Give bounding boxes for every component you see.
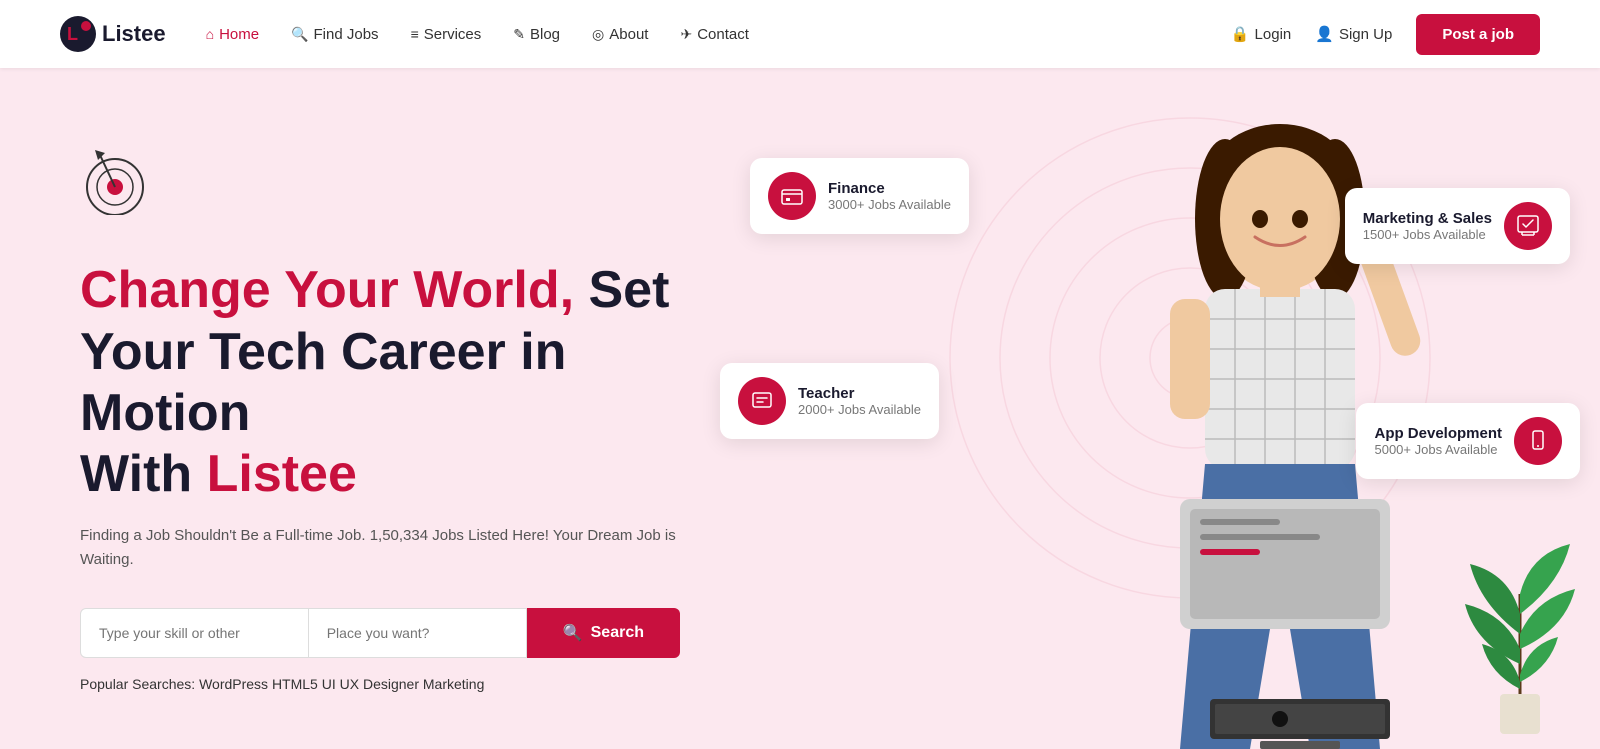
job-card-marketing: Marketing & Sales 1500+ Jobs Available (1345, 188, 1570, 264)
circle-icon: ◎ (592, 26, 604, 43)
job-card-teacher: Teacher 2000+ Jobs Available (720, 363, 939, 439)
appdev-icon (1514, 417, 1562, 465)
marketing-card-info: Marketing & Sales 1500+ Jobs Available (1363, 210, 1492, 242)
hero-title: Change Your World, Set Your Tech Career … (80, 260, 680, 505)
nav-about[interactable]: ◎ About (592, 26, 648, 43)
appdev-card-info: App Development 5000+ Jobs Available (1374, 425, 1502, 457)
location-input[interactable] (309, 608, 527, 658)
teacher-icon (738, 377, 786, 425)
hero-section: Change Your World, Set Your Tech Career … (0, 68, 1600, 749)
logo[interactable]: L Listee (60, 16, 166, 52)
search-button[interactable]: 🔍 Search (527, 608, 680, 658)
edit-icon: ✎ (513, 26, 525, 43)
nav-home[interactable]: ⌂ Home (206, 26, 259, 43)
post-job-button[interactable]: Post a job (1416, 14, 1540, 55)
home-icon: ⌂ (206, 26, 214, 42)
svg-text:L: L (67, 24, 78, 44)
user-icon: 👤 (1315, 25, 1334, 43)
marketing-icon (1504, 202, 1552, 250)
bottom-items (1200, 689, 1400, 749)
popular-searches: Popular Searches: WordPress HTML5 UI UX … (80, 676, 680, 692)
nav-blog[interactable]: ✎ Blog (513, 26, 560, 43)
login-link[interactable]: 🔒 Login (1231, 25, 1291, 43)
logo-text: Listee (102, 21, 166, 47)
job-card-finance: Finance 3000+ Jobs Available (750, 158, 969, 234)
nav-find-jobs[interactable]: 🔍 Find Jobs (291, 26, 378, 43)
menu-icon: ≡ (411, 26, 419, 42)
hero-subtitle: Finding a Job Shouldn't Be a Full-time J… (80, 524, 680, 572)
hero-content: Change Your World, Set Your Tech Career … (0, 68, 740, 749)
finance-icon (768, 172, 816, 220)
search-bar: 🔍 Search (80, 608, 680, 658)
finance-card-info: Finance 3000+ Jobs Available (828, 180, 951, 212)
search-icon: 🔍 (563, 623, 583, 643)
signup-link[interactable]: 👤 Sign Up (1315, 25, 1392, 43)
nav-contact[interactable]: ✈ Contact (680, 26, 748, 43)
search-icon: 🔍 (291, 26, 308, 43)
job-card-appdev: App Development 5000+ Jobs Available (1356, 403, 1580, 479)
target-decoration (80, 145, 680, 230)
send-icon: ✈ (680, 26, 692, 43)
lock-icon: 🔒 (1231, 25, 1250, 43)
skill-input[interactable] (80, 608, 309, 658)
teacher-card-info: Teacher 2000+ Jobs Available (798, 385, 921, 417)
nav-links: ⌂ Home 🔍 Find Jobs ≡ Services ✎ Blog ◎ A… (206, 26, 1231, 43)
plant-decoration (1460, 534, 1580, 749)
nav-auth-area: 🔒 Login 👤 Sign Up Post a job (1231, 14, 1540, 55)
hero-visual: Finance 3000+ Jobs Available Marketing &… (700, 68, 1600, 749)
nav-services[interactable]: ≡ Services (411, 26, 482, 43)
navbar: L Listee ⌂ Home 🔍 Find Jobs ≡ Services ✎… (0, 0, 1600, 68)
